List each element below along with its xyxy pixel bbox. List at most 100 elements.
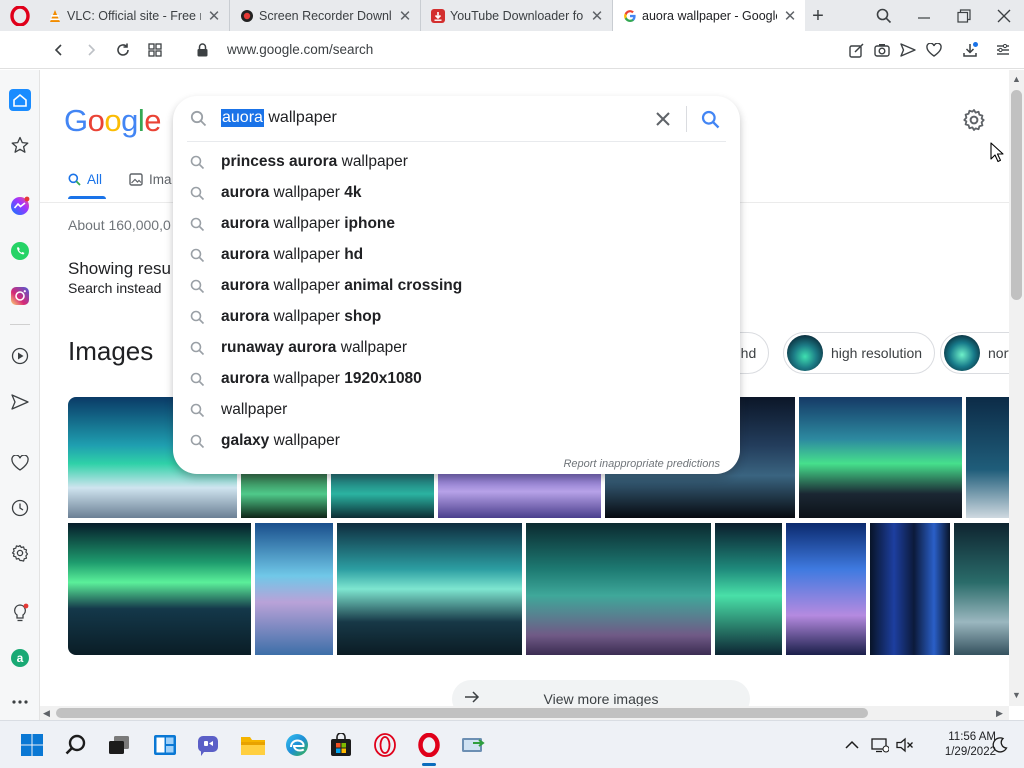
edge-browser-icon[interactable] [283, 731, 311, 759]
scrollbar-thumb[interactable] [1011, 90, 1022, 300]
image-result[interactable] [799, 397, 962, 518]
image-result[interactable] [870, 523, 950, 655]
player-icon[interactable] [8, 344, 32, 368]
messenger-icon[interactable] [8, 194, 32, 218]
view-more-images-button[interactable]: View more images [452, 680, 750, 706]
tips-lightbulb-icon[interactable] [8, 601, 32, 625]
opera-menu-icon[interactable] [10, 6, 30, 26]
horizontal-scrollbar[interactable]: ◀ ▶ [40, 706, 1009, 720]
tab-google-search[interactable]: auora wallpaper - Google ✕ [613, 0, 805, 31]
suggestion-item[interactable]: aurora wallpaper iphone [173, 209, 740, 240]
favorites-heart-icon[interactable] [8, 451, 32, 475]
send-arrow-icon[interactable] [896, 38, 920, 62]
teams-chat-icon[interactable] [195, 731, 223, 759]
settings-gear-icon[interactable] [8, 541, 32, 565]
search-submit-button[interactable] [698, 107, 722, 131]
suggestion-item[interactable]: aurora wallpaper shop [173, 302, 740, 333]
suggestion-item[interactable]: runaway aurora wallpaper [173, 333, 740, 364]
microsoft-store-icon[interactable] [327, 731, 355, 759]
heart-icon[interactable] [922, 38, 946, 62]
refine-chip-high-resolution[interactable]: high resolution [783, 332, 936, 374]
file-explorer-icon[interactable] [239, 731, 267, 759]
opera-gx-icon[interactable] [371, 731, 399, 759]
suggestion-item[interactable]: wallpaper [173, 395, 740, 426]
focus-assist-moon-icon[interactable] [986, 731, 1014, 759]
system-clock[interactable]: 11:56 AM 1/29/2022 [916, 730, 996, 760]
easy-setup-menu-icon[interactable] [991, 38, 1015, 62]
scrollbar-thumb[interactable] [56, 708, 868, 718]
show-hidden-icons-chevron[interactable] [838, 731, 866, 759]
close-tab-icon[interactable]: ✕ [783, 7, 797, 25]
close-tab-icon[interactable]: ✕ [590, 7, 604, 25]
suggestion-item[interactable]: aurora wallpaper hd [173, 240, 740, 271]
whatsapp-icon[interactable] [8, 239, 32, 263]
scroll-up-arrow-icon[interactable]: ▲ [1012, 74, 1021, 84]
image-result[interactable] [954, 523, 1010, 655]
new-tab-button[interactable]: + [806, 4, 830, 28]
vertical-scrollbar[interactable]: ▲ ▼ [1009, 70, 1024, 706]
suggestion-item[interactable]: galaxy wallpaper [173, 426, 740, 457]
image-result[interactable] [526, 523, 711, 655]
task-view-icon[interactable] [105, 731, 133, 759]
close-tab-icon[interactable]: ✕ [398, 7, 412, 25]
search-input[interactable]: auora wallpaper [221, 109, 337, 127]
tab-all[interactable]: All [68, 172, 102, 187]
refine-chip-northern[interactable]: nort [940, 332, 1010, 374]
opera-browser-icon[interactable] [415, 731, 443, 759]
bookmarks-star-icon[interactable] [8, 133, 32, 157]
home-icon[interactable] [8, 88, 32, 112]
windows-start-icon[interactable] [18, 731, 46, 759]
snapshot-edit-icon[interactable] [844, 38, 868, 62]
lock-icon[interactable] [197, 43, 208, 57]
report-predictions-link[interactable]: Report inappropriate predictions [563, 458, 720, 470]
camera-icon[interactable] [870, 38, 894, 62]
tab-screen-recorder[interactable]: Screen Recorder Downlo ✕ [230, 0, 421, 31]
image-result[interactable] [68, 523, 251, 655]
instagram-icon[interactable] [8, 284, 32, 308]
image-result[interactable] [255, 523, 333, 655]
search-tabs-icon[interactable] [872, 4, 896, 28]
scroll-right-arrow-icon[interactable]: ▶ [996, 708, 1003, 719]
reload-button[interactable] [111, 38, 135, 62]
volume-muted-icon[interactable] [891, 731, 919, 759]
google-logo[interactable]: Google [64, 103, 162, 139]
suggestion-item[interactable]: aurora wallpaper animal crossing [173, 271, 740, 302]
logo-letter: g [121, 103, 138, 138]
speed-dial-grid-icon[interactable] [143, 38, 167, 62]
search-instead-for[interactable]: Search instead [68, 280, 161, 296]
settings-gear-icon[interactable] [962, 108, 986, 137]
image-result[interactable] [241, 470, 327, 518]
image-result[interactable] [331, 470, 434, 518]
back-button[interactable] [47, 38, 71, 62]
forward-button[interactable] [79, 38, 103, 62]
scroll-down-arrow-icon[interactable]: ▼ [1012, 690, 1021, 700]
widgets-icon[interactable] [151, 731, 179, 759]
suggestion-item[interactable]: aurora wallpaper 1920x1080 [173, 364, 740, 395]
taskbar-search-icon[interactable] [62, 731, 90, 759]
tab-youtube-downloader[interactable]: YouTube Downloader for ✕ [421, 0, 613, 31]
close-window-icon[interactable] [992, 4, 1016, 28]
image-result[interactable] [715, 523, 782, 655]
suggestion-item[interactable]: princess aurora wallpaper [173, 147, 740, 178]
scroll-left-arrow-icon[interactable]: ◀ [43, 708, 50, 719]
restore-window-icon[interactable] [952, 4, 976, 28]
close-tab-icon[interactable]: ✕ [207, 7, 221, 25]
minimize-window-icon[interactable] [912, 4, 936, 28]
more-options-icon[interactable] [8, 690, 32, 714]
suggestion-bold-part: aurora [221, 246, 270, 263]
suggestion-item[interactable]: aurora wallpaper 4k [173, 178, 740, 209]
history-clock-icon[interactable] [8, 496, 32, 520]
tab-vlc[interactable]: VLC: Official site - Free m ✕ [38, 0, 230, 31]
tab-images[interactable]: Ima [129, 172, 172, 187]
image-result[interactable] [337, 523, 522, 655]
network-app-icon[interactable] [459, 731, 487, 759]
aria-ai-icon[interactable]: a [8, 646, 32, 670]
downloads-icon[interactable] [958, 38, 982, 62]
clear-search-button[interactable] [651, 107, 675, 131]
url-field[interactable]: www.google.com/search [227, 42, 373, 57]
image-result[interactable] [786, 523, 866, 655]
network-status-icon[interactable] [866, 731, 894, 759]
image-result[interactable] [438, 470, 601, 518]
my-flow-send-icon[interactable] [8, 390, 32, 414]
image-result[interactable] [966, 397, 1010, 518]
